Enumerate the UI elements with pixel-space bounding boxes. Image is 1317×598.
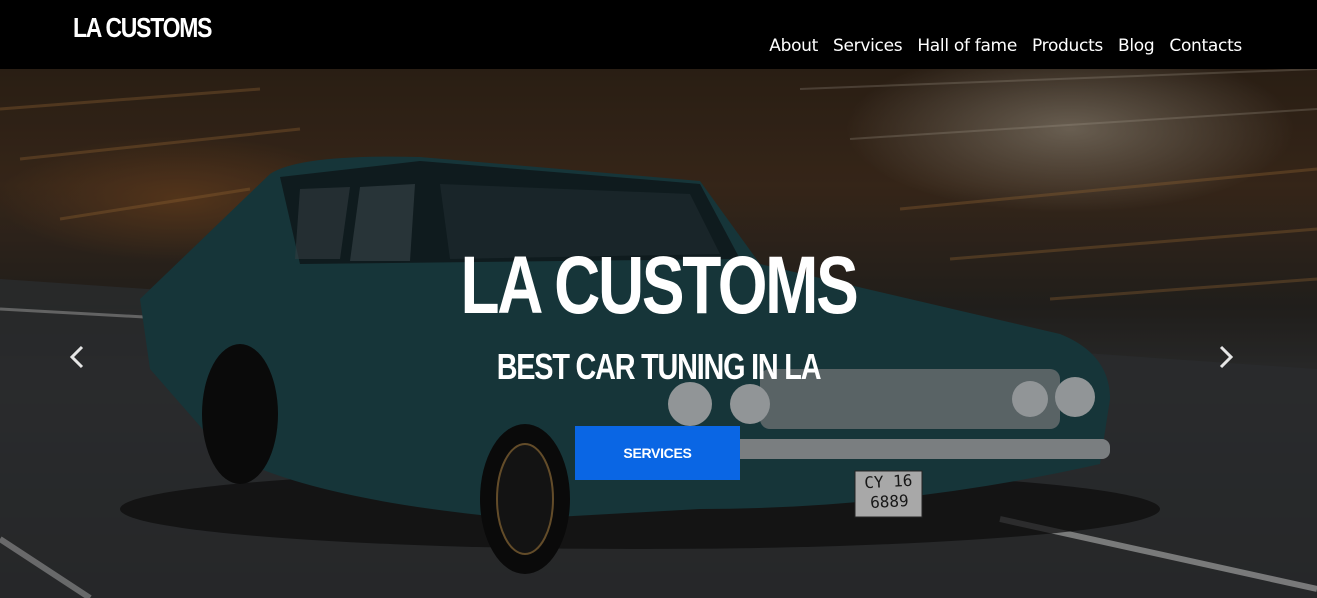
main-nav: About Services Hall of fame Products Blo… bbox=[769, 36, 1242, 56]
top-navbar: LA CUSTOMS About Services Hall of fame P… bbox=[0, 0, 1317, 69]
chevron-left-icon bbox=[69, 345, 84, 369]
nav-link-blog[interactable]: Blog bbox=[1118, 36, 1155, 56]
chevron-right-icon bbox=[1219, 345, 1234, 369]
nav-link-hall-of-fame[interactable]: Hall of fame bbox=[917, 36, 1017, 56]
hero-title: LA CUSTOMS bbox=[460, 240, 859, 331]
site-logo[interactable]: LA CUSTOMS bbox=[73, 12, 212, 44]
nav-link-products[interactable]: Products bbox=[1032, 36, 1103, 56]
nav-link-contacts[interactable]: Contacts bbox=[1169, 36, 1242, 56]
hero-subtitle: BEST CAR TUNING IN LA bbox=[496, 346, 822, 387]
slider-prev-button[interactable] bbox=[69, 344, 99, 374]
nav-link-about[interactable]: About bbox=[769, 36, 818, 56]
hero-overlay bbox=[0, 69, 1317, 598]
nav-link-services[interactable]: Services bbox=[833, 36, 903, 56]
hero-slider: CY 16 6889 LA CUSTOMS BEST CAR TUNING IN… bbox=[0, 69, 1317, 598]
slider-next-button[interactable] bbox=[1218, 344, 1248, 374]
services-button[interactable]: SERVICES bbox=[575, 426, 740, 480]
